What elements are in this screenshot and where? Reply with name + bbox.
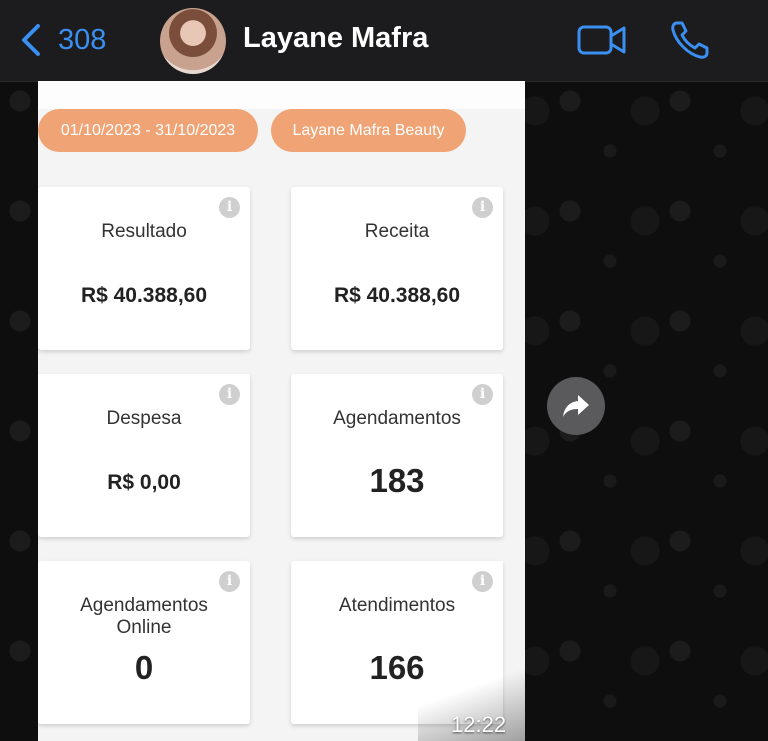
message-timestamp: 12:22 [451, 712, 507, 737]
card-title: Receita [364, 221, 430, 242]
card-agendamentos-online: i Agendamentos Online 0 [38, 561, 250, 724]
card-title-line2: Online [116, 617, 172, 638]
card-title: Agendamentos [333, 408, 461, 429]
card-title: Atendimentos [338, 595, 456, 616]
card-despesa: i Despesa R$ 0,00 [38, 374, 250, 537]
card-value: 183 [369, 462, 425, 499]
card-title: Resultado [101, 221, 187, 242]
forward-arrow-icon [563, 395, 589, 417]
card-value: 0 [134, 649, 154, 686]
info-icon[interactable]: i [472, 197, 493, 218]
card-value: R$ 40.388,60 [80, 284, 208, 307]
chat-header: 308 Layane Mafra [0, 0, 768, 82]
info-icon[interactable]: i [219, 197, 240, 218]
card-value: R$ 40.388,60 [333, 284, 461, 307]
forward-button[interactable] [547, 377, 605, 435]
card-agendamentos: i Agendamentos 183 [291, 374, 503, 537]
card-receita: i Receita R$ 40.388,60 [291, 187, 503, 350]
date-range-filter[interactable]: 01/10/2023 - 31/10/2023 [38, 109, 258, 152]
card-resultado: i Resultado R$ 40.388,60 [38, 187, 250, 350]
info-icon[interactable]: i [472, 384, 493, 405]
info-icon[interactable]: i [219, 571, 240, 592]
card-title-line1: Agendamentos [80, 595, 208, 616]
contact-name[interactable]: Layane Mafra [243, 22, 428, 55]
phone-icon[interactable] [668, 18, 712, 62]
card-title: Despesa [106, 408, 182, 429]
unread-count: 308 [58, 23, 107, 56]
chevron-left-icon [22, 24, 40, 56]
info-icon[interactable]: i [472, 571, 493, 592]
avatar[interactable] [160, 8, 226, 74]
screenshot-top-bar [38, 81, 525, 109]
business-filter[interactable]: Layane Mafra Beauty [271, 109, 466, 152]
dashboard-screenshot: 01/10/2023 - 31/10/2023 Layane Mafra Bea… [38, 81, 525, 741]
info-icon[interactable]: i [219, 384, 240, 405]
card-value: R$ 0,00 [107, 471, 181, 494]
video-camera-icon[interactable] [576, 20, 628, 60]
back-button[interactable]: 308 [18, 20, 106, 60]
